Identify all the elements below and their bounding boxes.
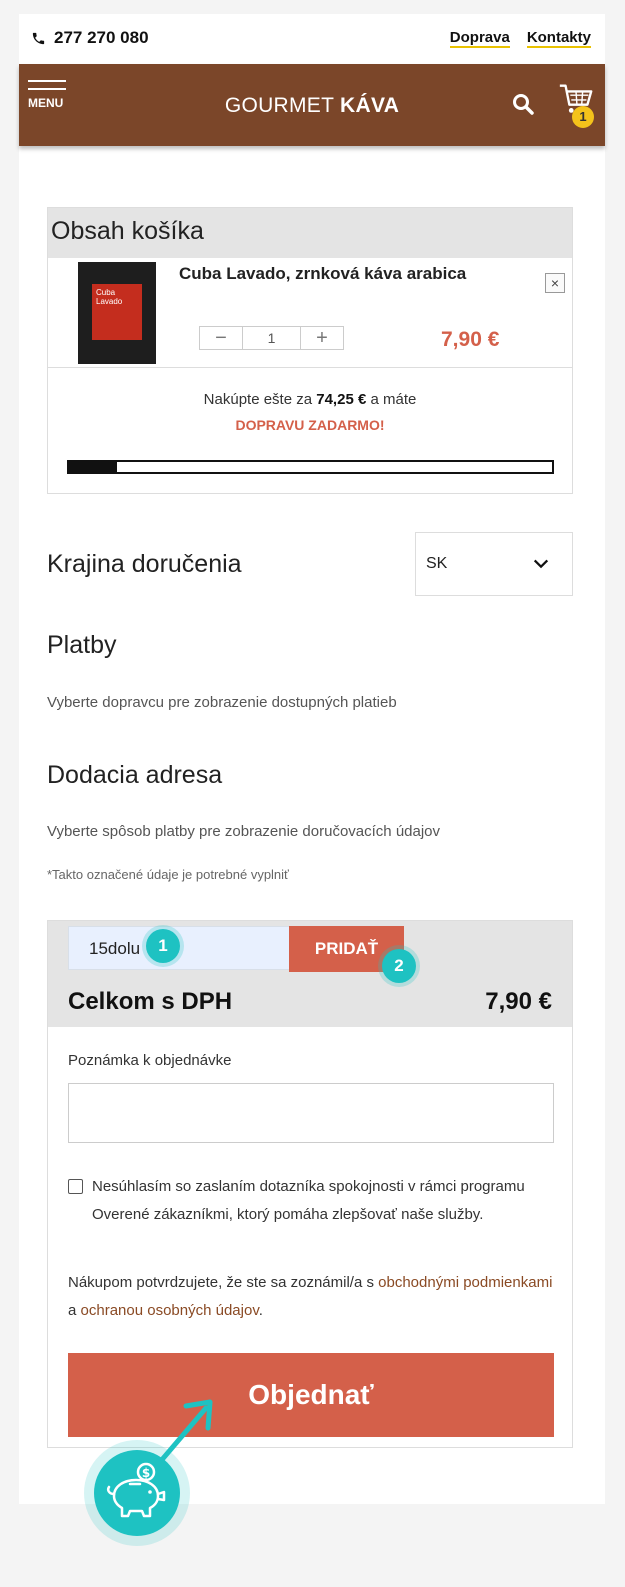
hamburger-line xyxy=(28,88,66,90)
phone-contact[interactable]: 277 270 080 xyxy=(31,28,149,48)
top-links: Doprava Kontakty xyxy=(449,30,591,48)
product-image[interactable]: Cuba Lavado xyxy=(78,262,156,364)
quantity-increase-button[interactable]: + xyxy=(301,327,343,349)
order-note-textarea[interactable] xyxy=(68,1083,554,1143)
total-value: 7,90 € xyxy=(485,988,552,1015)
link-kontakty[interactable]: Kontakty xyxy=(526,30,591,48)
piggy-bank-badge: $ xyxy=(84,1440,190,1546)
product-name[interactable]: Cuba Lavado, zrnková káva arabica xyxy=(179,264,466,284)
delivery-country-title: Krajina doručenia xyxy=(47,550,242,578)
cart-count-badge: 1 xyxy=(572,106,594,128)
survey-consent: Nesúhlasím so zaslaním dotazníka spokojn… xyxy=(68,1173,558,1229)
remove-item-button[interactable]: × xyxy=(545,273,565,293)
top-bar: 277 270 080 Doprava Kontakty xyxy=(19,14,605,64)
country-select[interactable]: SK xyxy=(415,532,573,596)
page: 277 270 080 Doprava Kontakty MENU GOURME… xyxy=(19,14,605,1504)
terms-part-1: Nákupom potvrdzujete, že ste sa zoznámil… xyxy=(68,1274,374,1291)
site-header: MENU GOURMET KÁVA 1 xyxy=(19,64,605,146)
phone-icon xyxy=(32,32,45,44)
brand-bold: KÁVA xyxy=(340,94,400,117)
free-shipping-label: DOPRAVU ZADARMO! xyxy=(235,417,385,433)
terms-part-2: a xyxy=(68,1302,77,1319)
quantity-input[interactable]: 1 xyxy=(242,327,301,349)
piggy-bank-circle: $ xyxy=(94,1450,180,1536)
address-title: Dodacia adresa xyxy=(47,761,223,789)
address-info: Vyberte spôsob platby pre zobrazenie dor… xyxy=(47,823,441,840)
chevron-down-icon xyxy=(533,559,549,569)
cart-box: Obsah košíka Cuba Lavado Cuba Lavado, zr… xyxy=(47,207,573,494)
phone-number: 277 270 080 xyxy=(54,28,149,47)
piggy-bank-icon: $ xyxy=(106,1462,166,1518)
order-summary: 15dolu PRIDAŤ 1 2 Celkom s DPH 7,90 € Po… xyxy=(47,920,573,1448)
shipping-prefix: Nakúpte ešte za xyxy=(203,391,313,408)
payments-title: Platby xyxy=(47,631,117,659)
cart-title: Obsah košíka xyxy=(48,208,572,258)
search-icon[interactable] xyxy=(511,92,535,116)
survey-opt-out-checkbox[interactable] xyxy=(68,1179,83,1194)
shipping-suffix: a máte xyxy=(370,391,417,408)
shipping-progress-fill xyxy=(69,462,118,472)
link-doprava[interactable]: Doprava xyxy=(449,30,510,48)
terms-part-3: . xyxy=(258,1302,263,1319)
summary-header: 15dolu PRIDAŤ 1 2 Celkom s DPH 7,90 € xyxy=(48,921,572,1027)
country-value: SK xyxy=(426,555,448,572)
quantity-decrease-button[interactable]: − xyxy=(200,327,242,349)
free-shipping-info: Nakúpte ešte za 74,25 € a máte xyxy=(48,368,572,408)
hamburger-icon xyxy=(28,80,66,82)
step-marker-1: 1 xyxy=(146,929,180,963)
package-label: Cuba Lavado xyxy=(92,284,142,340)
shipping-progress-bar xyxy=(67,460,554,474)
payments-info: Vyberte dopravcu pre zobrazenie dostupný… xyxy=(47,694,397,711)
shipping-amount: 74,25 € xyxy=(316,391,367,408)
step-marker-2: 2 xyxy=(382,949,416,983)
brand-regular: GOURMET xyxy=(224,94,334,117)
privacy-link[interactable]: ochranou osobných údajov xyxy=(81,1302,259,1319)
order-note-label: Poznámka k objednávke xyxy=(68,1052,232,1069)
terms-text: Nákupom potvrdzujete, že ste sa zoznámil… xyxy=(68,1269,558,1325)
order-button[interactable]: Objednať xyxy=(68,1353,554,1437)
svg-text:$: $ xyxy=(142,1466,150,1480)
terms-link[interactable]: obchodnými podmienkami xyxy=(378,1274,552,1291)
cart-item: Cuba Lavado Cuba Lavado, zrnková káva ar… xyxy=(48,258,572,368)
required-note: *Takto označené údaje je potrebné vyplni… xyxy=(47,867,289,882)
item-price: 7,90 € xyxy=(441,328,500,351)
total-label: Celkom s DPH xyxy=(68,988,233,1015)
survey-consent-text: Nesúhlasím so zaslaním dotazníka spokojn… xyxy=(92,1178,525,1223)
quantity-stepper: − 1 + xyxy=(199,326,344,350)
